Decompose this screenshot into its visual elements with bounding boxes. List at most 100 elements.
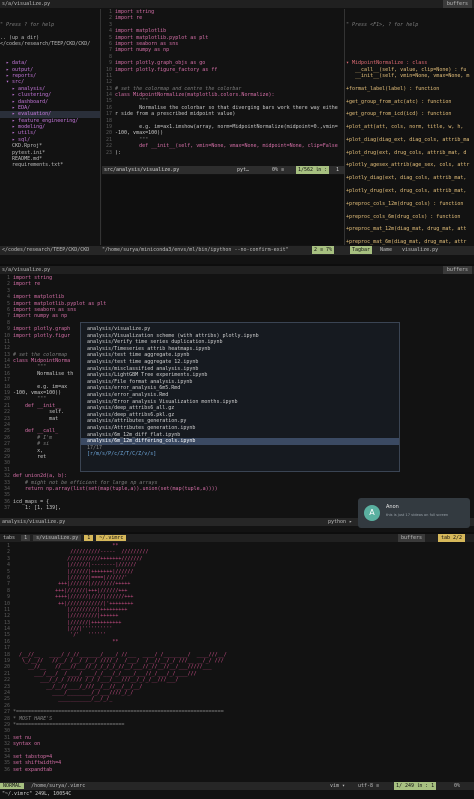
mid-code-text: import string — [13, 275, 53, 281]
finder-result-item[interactable]: analysis/LightGBM Tree experiments.ipynb — [81, 372, 399, 379]
mid-code-text: import matplotlib — [13, 294, 65, 301]
top-code-text: class MidpointNormalize(matplotlib.color… — [115, 92, 275, 99]
vimrc-text: syntax on — [13, 741, 41, 748]
vimrc-text: ___/_/_/ ///// /_/ /___/___///__/_/_/__/… — [13, 677, 179, 684]
finder-result-item[interactable]: analysis/error_analysis_6m5.Rmd — [81, 385, 399, 392]
top-code-text: def __init__(self, vmin=None, vmax=None,… — [115, 143, 338, 150]
top-code-text: # set the colormap and centre the colorb… — [115, 85, 242, 92]
finder-result-item[interactable]: analysis/misclassified analysis.ipynb — [81, 366, 399, 373]
mode-indicator: NORMAL — [0, 783, 25, 789]
finder-result-item[interactable]: analysis/attributes_generation.py — [81, 418, 399, 425]
finder-result-item[interactable]: analysis/File format analysis.ipynb — [81, 379, 399, 386]
vimrc-text: //////////----- ///////// — [13, 549, 149, 556]
terminal-status: "/home/surya/miniconda3/envs/ml/bin/ipyt… — [102, 247, 289, 253]
mid-code-text: def __init__ — [13, 402, 62, 409]
fuzzy-finder-popup[interactable]: analysis/visualize.py analysis/Visualizat… — [80, 322, 400, 472]
vimrc-text: ** — [13, 638, 119, 645]
finder-result-item[interactable]: analysis/deep_attribs6.pkl.gz — [81, 412, 399, 419]
tab-2-num[interactable]: 1 — [84, 535, 94, 541]
tab-1-num[interactable]: 1 — [21, 535, 31, 541]
chat-notification[interactable]: A Anon this is just 17 videos on full sc… — [358, 498, 470, 528]
finder-result-item[interactable]: analysis/test time aggregate.ipynb — [81, 352, 399, 359]
finder-result-item[interactable]: analysis/test time aggregate 12.ipynb — [81, 359, 399, 366]
tagbar-entry[interactable]: +plot_diag(diag_ext, diag_cols, attrib_m… — [346, 137, 474, 143]
top-code-text: import string — [115, 9, 155, 15]
top-code-text: -100, vmax=100)) — [115, 130, 164, 137]
top-code-text: import plotly.graph_objs as go — [115, 60, 206, 67]
finder-result-item[interactable]: analysis/6m_12m_differing_cols.ipynb — [81, 438, 399, 445]
bottom-status-enc: utf-8 ≡ — [358, 783, 380, 789]
bottom-status-pct: 0% — [454, 783, 461, 789]
top-buffers-tab[interactable]: buffers — [442, 0, 472, 8]
tagbar-pane[interactable]: " Press <F1>, ? for help ▾ MidpointNorma… — [346, 9, 474, 245]
vimrc-text: ++++|//////|////|//////+++ — [13, 594, 134, 601]
nerdtree-pane[interactable]: " Press ? for help.. (up a dir) </codes/r… — [0, 9, 100, 245]
mid-code-text: self. — [13, 409, 65, 416]
tab-vimrc[interactable]: ~/.vimrc — [96, 535, 127, 541]
top-code-text: import matplotlib — [115, 28, 167, 35]
finder-prompt[interactable]: [r/m/s/P/c/Z/T/C/Z/v/s] — [81, 451, 399, 458]
tagbar-entry[interactable]: __init__(self, vmin=None, vmax=None, m — [346, 73, 474, 79]
editor-pane[interactable]: 1 import string 2 import re 3 4 import matplot… — [102, 9, 344, 166]
vimrc-text: '/' '''''' — [13, 632, 107, 639]
tree-file[interactable]: requirements.txt* — [0, 162, 100, 168]
tagbar-entry[interactable]: +plot_drug(ext, drug_cols, attrib_mat, d — [346, 150, 474, 156]
tagbar-entry[interactable]: +preproc_mat_6m(diag_mat, drug_mat, attr — [346, 239, 474, 245]
top-code-text: import numpy as np — [115, 47, 170, 54]
mid-code-text: ret — [13, 453, 47, 460]
mid-code-text: Normalise th — [13, 370, 74, 377]
mid-code-text: 1: [1, 139], — [13, 505, 62, 512]
finder-result-item[interactable]: analysis/6m_12m_diff_flat.ipynb — [81, 432, 399, 439]
vimrc-text: |/////////|++++++ — [13, 613, 119, 620]
vimrc-text: |//////|+++++++|////// — [13, 568, 134, 575]
top-code-text: import plotly.figure_factory as ff — [115, 66, 218, 73]
finder-result-item[interactable]: analysis/deep_attribs6_all.gz — [81, 405, 399, 412]
finder-result-item[interactable]: analysis/Error analysis Visualization mo… — [81, 399, 399, 406]
top-code-text: Normalise the colorbar so that diverging… — [115, 104, 338, 111]
bottom-vim-panel: tabs 1 s/visualize.py 1 ~/.vimrc buffers… — [0, 534, 474, 799]
mid-buffers-tab[interactable]: buffers — [442, 266, 472, 274]
tagbar-entry[interactable]: +plot_att(att, cols, norm, title, w, h, — [346, 124, 474, 130]
command-line[interactable]: "~/.vimrc" 249L, 10054C — [0, 790, 474, 798]
editor-status-pct: 0% ≡ — [272, 167, 285, 173]
vimrc-text: *=======================================… — [13, 709, 224, 716]
vimrc-text: ///////////+++++++/////// — [13, 555, 143, 562]
buffers-label[interactable]: buffers — [398, 534, 426, 542]
tagbar-entry[interactable]: +plotly_diag(ext, diag_cols, attrib_mat, — [346, 175, 474, 181]
vimrc-text: \_/__// //__/ /__/ /__/ ////_/ /___/ /__… — [13, 658, 224, 665]
finder-result-item[interactable]: analysis/error_analysis.Rmd — [81, 392, 399, 399]
top-vim-panel: s/a/visualize.py buffers " Press ? for h… — [0, 0, 474, 264]
tab-visualize[interactable]: s/visualize.py — [33, 535, 82, 541]
mid-code-text: # si — [13, 441, 50, 448]
vimrc-line: 36 set expandtab — [0, 767, 474, 773]
vimrc-text: ___________/__/_/_ — [13, 696, 113, 703]
editor-status-file: src/analysis/visualize.py — [104, 167, 180, 173]
mid-code-text: # might not be efficient for large np ar… — [13, 479, 158, 486]
line-number: 23 — [105, 149, 112, 156]
tagbar-entry[interactable]: +preproc_cols_6m(drug_cols) : function — [346, 214, 474, 220]
finder-result-item[interactable]: analysis/Attributes generation.ipynb — [81, 425, 399, 432]
editor-status-ft: pyt… — [237, 167, 250, 173]
vimrc-editor-pane[interactable]: 1 ** 2 //////////----- /////////3 ///////… — [0, 543, 474, 781]
tagbar-entry[interactable]: +preproc_mat_12m(diag_mat, drug_mat, att — [346, 226, 474, 232]
mid-code-text: """ — [13, 364, 47, 371]
tagbar-status-sort: Name — [380, 247, 393, 253]
top-code-text: r side from a prescribed midpoint value) — [115, 111, 236, 118]
tagbar-entry[interactable]: +plotly_agesex_attrib(age_sex, cols, att… — [346, 162, 474, 168]
finder-result-item[interactable]: analysis/visualize.py — [81, 326, 399, 333]
finder-count: 17/17 — [87, 444, 103, 451]
terminal-pane[interactable] — [102, 175, 344, 245]
notification-message: this is just 17 videos on full screen — [386, 513, 449, 517]
mid-code-text: import re — [13, 281, 41, 288]
finder-result-item[interactable]: analysis/Timeseries attrib heatmaps.ipyn… — [81, 346, 399, 353]
notification-sender: Anon — [386, 504, 399, 510]
finder-result-item[interactable]: analysis/Verify time series duplication.… — [81, 339, 399, 346]
mid-code-text: import plotly.graph — [13, 326, 71, 333]
mid-code-text: def __call_ — [13, 428, 59, 435]
finder-result-item[interactable]: analysis/Visualization scheme (with attr… — [81, 333, 399, 340]
tagbar-entry[interactable]: +preproc_cols_12m(drug_cols) : function — [346, 201, 474, 207]
mid-code-text: """ — [13, 396, 47, 403]
editor-statusline: src/analysis/visualize.py pyt… 0% ≡ 1/56… — [102, 166, 344, 174]
top-code-text: ): — [115, 149, 122, 156]
tagbar-entry[interactable]: +plotly_drug(ext, drug_cols, attrib_mat, — [346, 188, 474, 194]
